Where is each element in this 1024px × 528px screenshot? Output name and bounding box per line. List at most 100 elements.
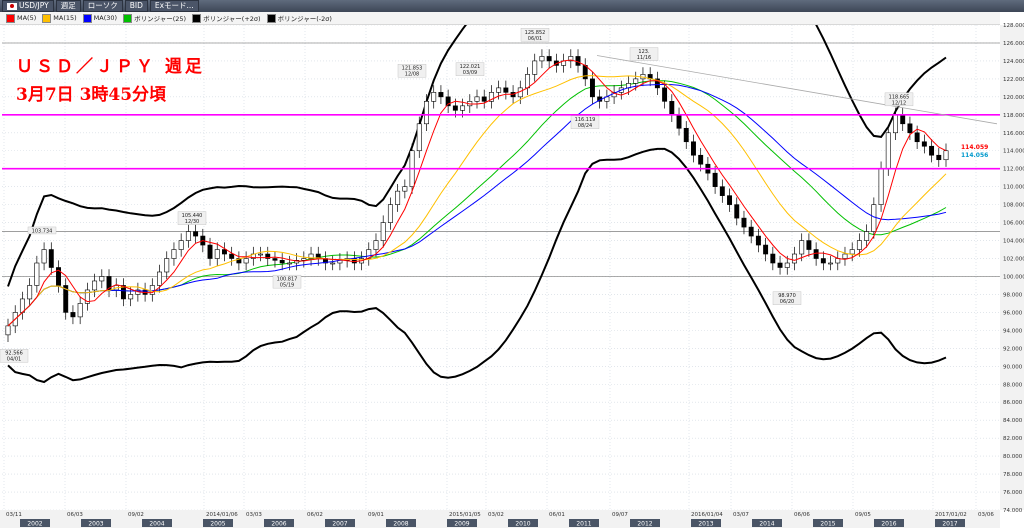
trendline (596, 55, 998, 125)
y-tick-label: 80.000 (1003, 454, 1023, 460)
pricetype-label: BID (129, 1, 143, 10)
y-tick-label: 88.000 (1003, 382, 1023, 388)
candle-body (171, 249, 177, 259)
candle-body (402, 186, 408, 192)
annotation-date: 12/08 (405, 72, 419, 78)
candle-body (698, 154, 704, 165)
legend-item[interactable]: ボリンジャー(+2σ) (192, 13, 261, 23)
candle-body (178, 240, 184, 250)
x-tick-label: 09/07 (612, 512, 628, 518)
candle-body (438, 92, 444, 98)
price-annotation: 121.85312/08 (397, 64, 427, 78)
year-label: 2012 (637, 521, 652, 528)
ma30-line (7, 83, 947, 327)
candle (106, 269, 112, 298)
y-tick-label: 116.000 (1003, 131, 1024, 137)
legend-item[interactable]: MA(30) (82, 13, 118, 23)
candle-body (503, 87, 509, 93)
symbol-selector[interactable]: USD/JPY (2, 0, 54, 12)
legend-label: ボリンジャー(+2σ) (203, 15, 261, 23)
x-tick-label: 09/02 (128, 512, 144, 518)
y-tick-label: 78.000 (1003, 472, 1023, 478)
candle (380, 215, 386, 248)
y-tick-label: 84.000 (1003, 418, 1023, 424)
candle-body (676, 114, 682, 129)
x-tick-label: 2014/01/06 (206, 512, 238, 518)
candle-body (813, 249, 819, 259)
legend-item[interactable]: ボリンジャー(-2σ) (266, 13, 332, 23)
candle-body (41, 249, 47, 264)
candle (611, 85, 617, 105)
candle-body (784, 262, 790, 268)
x-tick-label: 06/01 (549, 512, 565, 518)
y-tick-label: 98.000 (1003, 292, 1023, 298)
candle-body (921, 141, 927, 147)
year-label: 2011 (576, 521, 591, 528)
candle-body (34, 262, 40, 286)
legend-item[interactable]: MA(15) (42, 13, 77, 23)
candle (178, 233, 184, 257)
candle (265, 246, 271, 266)
legend-swatch (123, 13, 133, 23)
candle (185, 224, 191, 248)
y-tick-label: 106.000 (1003, 221, 1024, 227)
candle-body (878, 168, 884, 205)
candle-body (99, 276, 105, 282)
candle (99, 269, 105, 289)
candle (777, 255, 783, 275)
candle-body (452, 105, 458, 111)
mode-selector[interactable]: Exモード... (149, 0, 199, 12)
candle-body (662, 87, 668, 102)
bollinger-mid (7, 80, 947, 327)
candle-body (770, 253, 776, 264)
legend-item[interactable]: ボリンジャー(25) (123, 13, 186, 23)
y-axis: 74.000 76.000 78.000 80.000 82.000 84.000 86.0… (1000, 23, 1024, 514)
legend-swatch (266, 13, 276, 23)
candle-body (669, 101, 675, 116)
candle-body (727, 195, 733, 205)
legend-label: MA(30) (93, 14, 118, 22)
candle-body (5, 325, 11, 336)
x-tick-label: 03/03 (246, 512, 262, 518)
year-label: 2017 (942, 521, 957, 528)
timeframe-selector[interactable]: 週足 (55, 0, 81, 12)
legend-swatch (6, 13, 15, 23)
price-annotation: 103.734 (27, 226, 57, 234)
candle-body (633, 78, 639, 84)
candle (229, 246, 235, 266)
legend-label: ボリンジャー(-2σ) (277, 15, 332, 23)
symbol-label: USD/JPY (19, 1, 49, 10)
candle-body (907, 123, 913, 134)
candle-body (70, 312, 76, 318)
candle-body (690, 141, 696, 156)
candle-body (741, 217, 747, 228)
candle (698, 148, 704, 172)
year-label: 2009 (454, 521, 469, 528)
pricetype-selector[interactable]: BID (124, 0, 148, 12)
candle-body (532, 60, 538, 75)
candle (561, 53, 567, 73)
candle (70, 305, 76, 325)
x-tick-label: 06/02 (307, 512, 323, 518)
x-axis: 03/11 06/03 09/02 2014/01/06 03/03 06/02 09/01… (0, 510, 1000, 528)
candle-body (380, 222, 386, 241)
candle-body (893, 114, 898, 134)
candle (568, 49, 574, 69)
charttype-selector[interactable]: ローソク (82, 0, 123, 12)
year-label: 2006 (271, 521, 286, 528)
candle (582, 58, 588, 87)
candle-body (214, 249, 220, 259)
current-price-label: 114.056 (961, 152, 988, 159)
year-label: 2015 (820, 521, 835, 528)
year-label: 2007 (332, 521, 347, 528)
candle (488, 85, 494, 109)
annotation-date: 06/20 (780, 299, 794, 305)
candle-body (525, 74, 530, 89)
y-tick-label: 102.000 (1003, 257, 1024, 263)
y-tick-label: 100.000 (1003, 274, 1024, 280)
candle (19, 291, 25, 320)
y-tick-label: 128.000 (1003, 23, 1024, 29)
candle-body (48, 249, 54, 268)
candle-body (258, 253, 264, 256)
legend-item[interactable]: MA(5) (6, 13, 36, 23)
